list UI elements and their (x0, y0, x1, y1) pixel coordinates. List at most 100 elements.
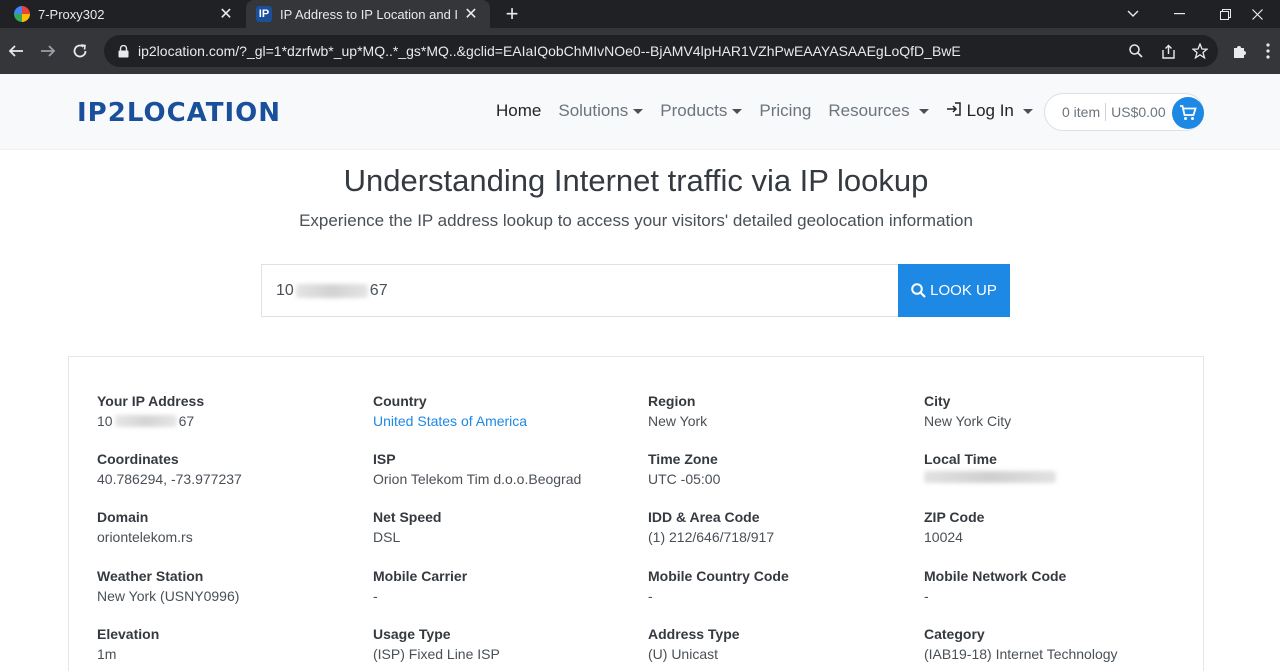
field-value: 1m (97, 646, 117, 662)
field-value: - (648, 588, 653, 604)
field-value (924, 471, 1184, 483)
url-text[interactable]: ip2location.com/?_gl=1*dzrfwb*_up*MQ..*_… (138, 43, 1122, 59)
tab-ip2location[interactable]: IP IP Address to IP Location and I ✕ (246, 0, 490, 28)
window-close-icon[interactable] (1234, 0, 1280, 28)
field-label: ISP (373, 451, 396, 467)
country-link[interactable]: United States of America (373, 413, 633, 429)
field-category: Category (IAB19-18) Internet Technology (924, 626, 1184, 662)
ip-prefix: 10 (97, 413, 113, 429)
field-label: Domain (97, 509, 149, 525)
nav-login[interactable]: Log In (946, 101, 1033, 121)
field-label: Weather Station (97, 568, 204, 584)
nav-home[interactable]: Home (496, 101, 541, 121)
nav-pricing-label: Pricing (759, 101, 812, 120)
field-idd-area-code: IDD & Area Code (1) 212/646/718/917 (648, 509, 908, 545)
field-label: ZIP Code (924, 509, 985, 525)
field-isp: ISP Orion Telekom Tim d.o.o.Beograd (373, 451, 633, 487)
caret-down-icon (633, 108, 644, 114)
field-value: New York City (924, 413, 1012, 429)
cart-widget[interactable]: 0 item US$0.00 (1044, 93, 1204, 131)
ip-result-card: Your IP Address 10 67 Country United Sta… (68, 356, 1204, 671)
minimize-icon[interactable] (1156, 0, 1202, 28)
field-value: New York (USNY0996) (97, 588, 240, 604)
nav-home-label: Home (496, 101, 542, 120)
nav-products-label: Products (660, 101, 728, 120)
cart-divider (1105, 103, 1107, 121)
field-mobile-country-code: Mobile Country Code - (648, 568, 908, 604)
site-header: IP2LOCATION Home Solutions Products Pric… (0, 74, 1280, 150)
zoom-search-icon[interactable] (1122, 37, 1150, 65)
ip2location-logo[interactable]: IP2LOCATION (77, 98, 281, 128)
redacted-ip-segment (295, 283, 368, 298)
field-your-ip: Your IP Address 10 67 (97, 393, 357, 429)
reload-icon[interactable] (66, 37, 94, 65)
field-label: Mobile Country Code (648, 568, 789, 584)
bookmark-star-icon[interactable] (1186, 37, 1214, 65)
nav-pricing[interactable]: Pricing (759, 101, 811, 121)
field-label: City (924, 393, 951, 409)
browser-tab-bar: 7-Proxy302 ✕ IP IP Address to IP Locatio… (0, 0, 1280, 28)
nav-products[interactable]: Products (660, 101, 743, 121)
field-value: Orion Telekom Tim d.o.o.Beograd (373, 471, 582, 487)
field-city: City New York City (924, 393, 1184, 429)
new-tab-button[interactable]: + (500, 0, 524, 28)
field-value: 40.786294, -73.977237 (97, 471, 242, 487)
field-value: (ISP) Fixed Line ISP (373, 646, 500, 662)
browser-toolbar: ip2location.com/?_gl=1*dzrfwb*_up*MQ..*_… (0, 28, 1280, 74)
close-icon[interactable]: ✕ (215, 4, 237, 24)
back-arrow-icon[interactable] (2, 37, 30, 65)
lock-icon[interactable] (116, 44, 130, 58)
lookup-button[interactable]: LOOK UP (898, 264, 1010, 317)
ip2location-favicon: IP (256, 6, 272, 22)
nav-solutions-label: Solutions (558, 101, 629, 120)
field-label: Net Speed (373, 509, 442, 525)
tab-search-chevron-down-icon[interactable] (1110, 0, 1156, 28)
search-icon (911, 283, 926, 298)
field-label: Region (648, 393, 696, 409)
extensions-puzzle-icon[interactable] (1226, 37, 1254, 65)
field-country: Country United States of America (373, 393, 633, 429)
field-label: Usage Type (373, 626, 451, 642)
tab-title: IP Address to IP Location and I (280, 6, 459, 22)
field-label: Country (373, 393, 427, 409)
field-label: IDD & Area Code (648, 509, 760, 525)
field-mobile-carrier: Mobile Carrier - (373, 568, 633, 604)
nav-solutions[interactable]: Solutions (558, 101, 644, 121)
multicolor-app-icon (14, 6, 30, 22)
field-domain: Domain oriontelekom.rs (97, 509, 357, 545)
field-local-time: Local Time (924, 451, 1184, 483)
field-mobile-network-code: Mobile Network Code - (924, 568, 1184, 604)
field-zip-code: ZIP Code 10024 (924, 509, 1184, 545)
caret-down-icon (918, 108, 929, 114)
lookup-button-label: LOOK UP (930, 282, 997, 299)
redacted-ip-segment (114, 415, 177, 427)
field-label: Mobile Carrier (373, 568, 468, 584)
field-value: 10 67 (97, 413, 357, 429)
kebab-menu-icon[interactable] (1254, 37, 1280, 65)
field-label: Elevation (97, 626, 160, 642)
redacted-local-time (924, 471, 1056, 483)
share-icon[interactable] (1154, 37, 1182, 65)
nav-resources[interactable]: Resources (828, 101, 929, 121)
tab-title: 7-Proxy302 (38, 6, 105, 22)
close-icon[interactable]: ✕ (460, 4, 482, 24)
ip-prefix: 10 (276, 281, 294, 299)
field-value: (1) 212/646/718/917 (648, 529, 775, 545)
field-label: Address Type (648, 626, 740, 642)
field-label: Category (924, 626, 985, 642)
page-subtitle: Experience the IP address lookup to acce… (299, 211, 973, 230)
caret-down-icon (732, 108, 743, 114)
nav-resources-label: Resources (828, 101, 910, 120)
field-value: UTC -05:00 (648, 471, 721, 487)
sign-in-icon (946, 101, 961, 121)
field-label: Time Zone (648, 451, 718, 467)
tab-proxy302[interactable]: 7-Proxy302 ✕ (0, 0, 245, 28)
caret-down-icon (1022, 108, 1033, 114)
ip-search-form: 10 67 LOOK UP (261, 264, 1010, 317)
ip-suffix: 67 (369, 281, 388, 299)
shopping-cart-icon[interactable] (1172, 97, 1204, 129)
field-value: - (924, 588, 929, 604)
address-bar[interactable]: ip2location.com/?_gl=1*dzrfwb*_up*MQ..*_… (104, 35, 1218, 67)
ip-search-input[interactable]: 10 67 (261, 264, 898, 317)
forward-arrow-icon[interactable] (34, 37, 62, 65)
